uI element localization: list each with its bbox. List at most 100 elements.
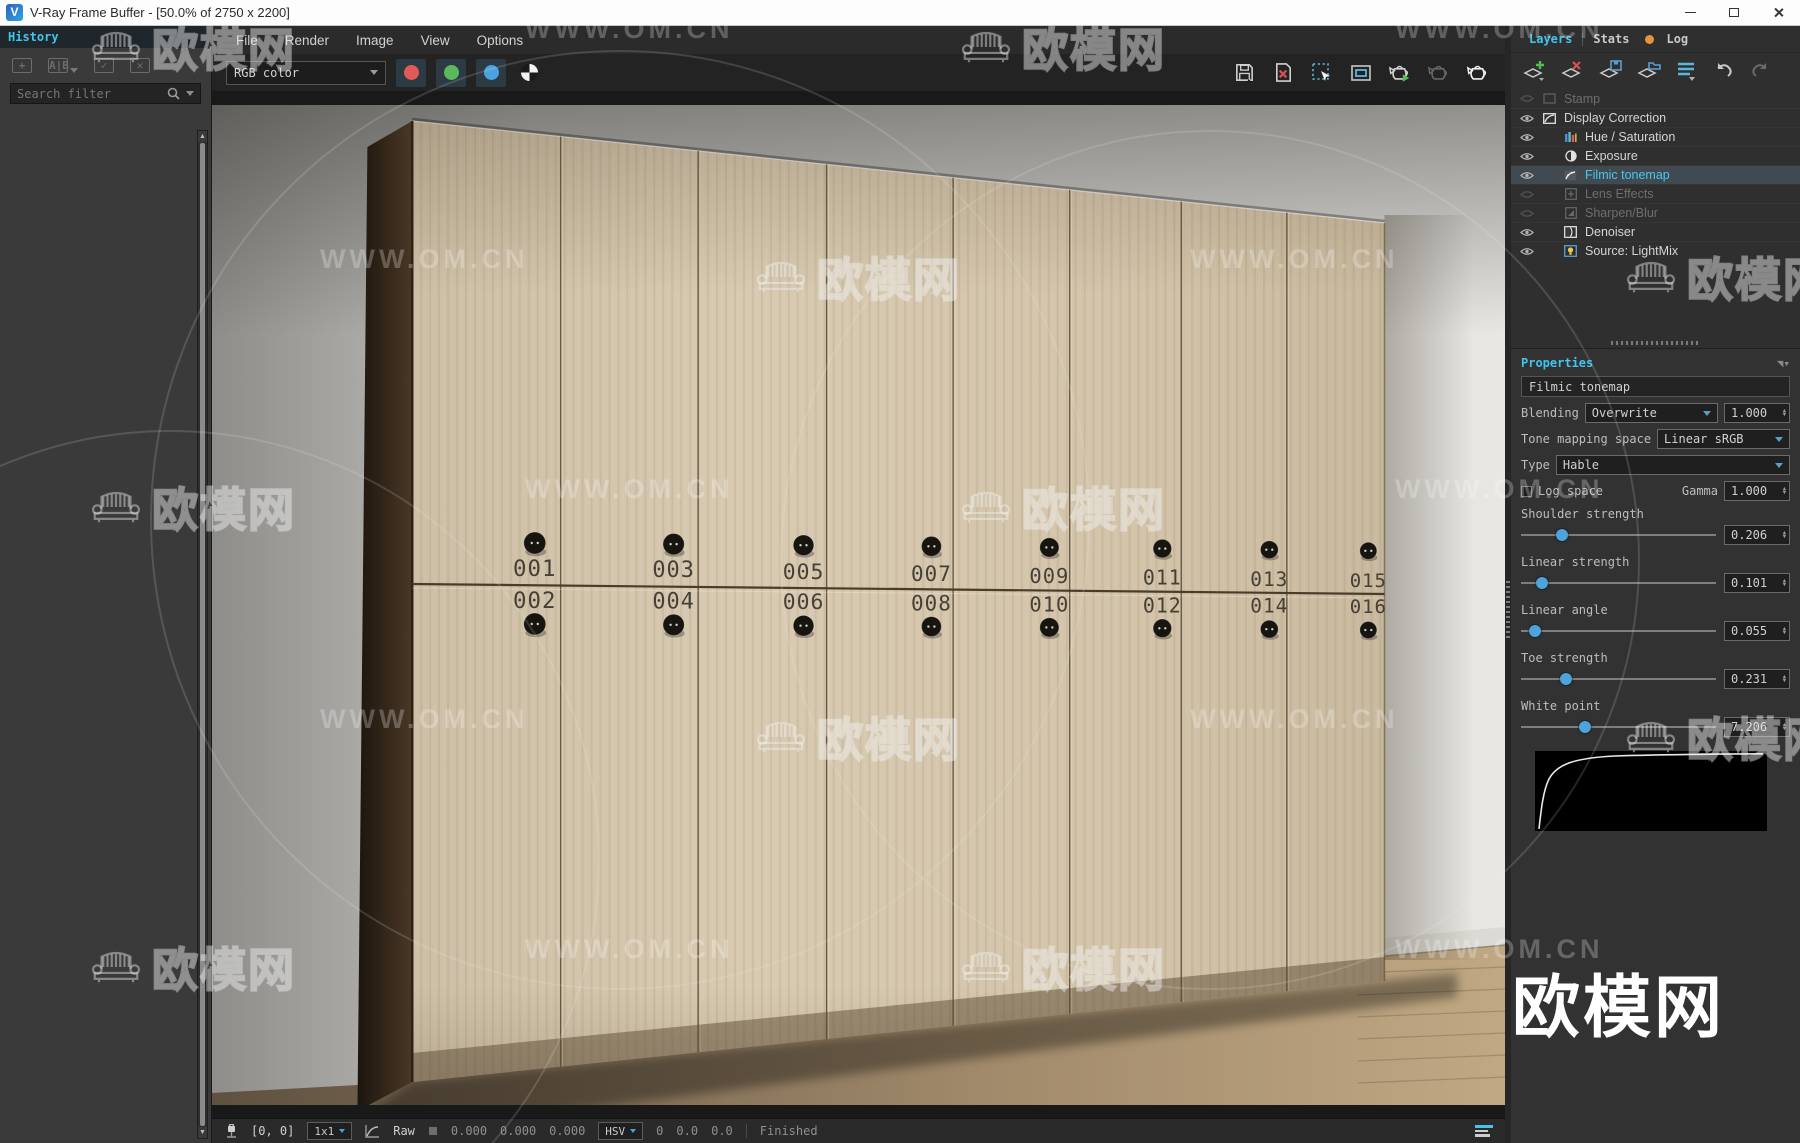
slider-thumb[interactable] [1528,625,1541,637]
layer-row-hue-saturation[interactable]: Hue / Saturation [1511,127,1800,146]
history-search-input[interactable]: Search filter [10,83,201,104]
toe-strength-slider[interactable] [1521,673,1716,685]
vertical-splitter[interactable] [1505,26,1511,1143]
linear-strength-slider[interactable] [1521,577,1716,589]
set-b-button[interactable]: ✕ [130,58,150,73]
save-image-button[interactable] [1231,60,1257,86]
spinner-arrows-icon[interactable]: ▲ ▼ [1783,408,1786,418]
layer-row-denoiser[interactable]: Denoiser [1511,222,1800,241]
save-layer-tree-button[interactable] [1599,60,1623,82]
channel-selector-dropdown[interactable]: RGB color [226,60,386,85]
blending-amount-spinner[interactable]: 1.000 ▲ ▼ [1724,403,1790,423]
scroll-down-icon[interactable]: ▼ [198,1127,207,1138]
layer-options-button[interactable] [1675,60,1699,82]
set-a-button[interactable]: ✓ [94,58,114,73]
linear-angle-spinner[interactable]: 0.055 ▲ ▼ [1724,621,1790,641]
clear-image-button[interactable] [1270,60,1296,86]
render-viewport[interactable]: 001 002 003 004 005 006 007 008 009 010 … [212,91,1505,1118]
properties-options-icon[interactable]: ◥▾ [1777,357,1790,370]
gamma-spinner[interactable]: 1.000 ▲ ▼ [1724,481,1790,501]
menu-image[interactable]: Image [356,33,394,48]
spinner-arrows-icon[interactable]: ▲ ▼ [1783,626,1786,636]
history-list[interactable] [0,104,211,1143]
visibility-toggle-icon[interactable] [1519,209,1535,218]
layer-row-display-correction[interactable]: Display Correction [1511,108,1800,127]
spinner-arrows-icon[interactable]: ▲ ▼ [1783,486,1786,496]
redo-button[interactable] [1749,60,1771,82]
add-layer-button[interactable] [1523,60,1547,82]
layer-row-exposure[interactable]: Exposure [1511,146,1800,165]
white-point-slider[interactable] [1521,721,1716,733]
visibility-toggle-icon[interactable] [1519,133,1535,142]
layer-row-lens-effects[interactable]: Lens Effects [1511,184,1800,203]
menu-view[interactable]: View [421,33,450,48]
delete-layer-button[interactable] [1561,60,1585,82]
compare-ab-button[interactable]: A|B [48,58,78,73]
maximize-button[interactable] [1712,0,1756,25]
spinner-arrows-icon[interactable]: ▲ ▼ [1783,674,1786,684]
scroll-up-icon[interactable]: ▲ [198,131,207,142]
slider-thumb[interactable] [1555,529,1568,541]
linear-strength-spinner[interactable]: 0.101 ▲ ▼ [1724,573,1790,593]
mono-channel-button[interactable] [516,60,542,86]
log-space-checkbox[interactable] [1521,485,1532,497]
region-follow-mouse-button[interactable] [1309,60,1335,86]
slider-thumb[interactable] [1536,577,1549,589]
spinner-arrows-icon[interactable]: ▲ ▼ [1783,530,1786,540]
lightmix-layer-icon [1563,245,1578,258]
history-scrollbar[interactable]: ▲ ▼ [197,130,208,1139]
pixel-probe-lock-icon[interactable] [224,1123,238,1139]
spinner-arrows-icon[interactable]: ▲ ▼ [1783,722,1786,732]
shoulder-strength-spinner[interactable]: 0.206 ▲ ▼ [1724,525,1790,545]
render-button[interactable] [1465,60,1491,86]
red-channel-button[interactable] [396,58,426,87]
white-point-spinner[interactable]: 7.206 ▲ ▼ [1724,717,1790,737]
render-teapot-icon [1466,65,1487,80]
tab-log[interactable]: Log [1658,28,1696,50]
menu-render[interactable]: Render [285,33,329,48]
undo-button[interactable] [1713,60,1735,82]
layer-row-sharpen-blur[interactable]: Sharpen/Blur [1511,203,1800,222]
tone-mapping-space-dropdown[interactable]: Linear sRGB [1657,429,1790,449]
stats-toggle-icon[interactable] [1475,1124,1493,1138]
menu-options[interactable]: Options [477,33,524,48]
minimize-button[interactable] [1668,0,1712,25]
blue-channel-button[interactable] [476,58,506,87]
layer-row-stamp[interactable]: Stamp [1511,89,1800,108]
shoulder-strength-slider[interactable] [1521,529,1716,541]
visibility-toggle-icon[interactable] [1519,114,1535,123]
layer-row-filmic-tonemap[interactable]: Filmic tonemap [1511,165,1800,184]
zoom-level-dropdown[interactable]: 1x1 [307,1122,353,1140]
load-layer-tree-button[interactable] [1637,60,1661,82]
layer-name-field[interactable]: Filmic tonemap [1521,376,1790,397]
log-space-label: Log space [1538,484,1604,498]
region-render-button[interactable] [1348,60,1374,86]
visibility-toggle-icon[interactable] [1519,247,1535,256]
save-to-history-button[interactable]: + [12,58,32,73]
horizontal-splitter-grip[interactable] [1610,341,1701,345]
spinner-arrows-icon[interactable]: ▲ ▼ [1783,578,1786,588]
splitter-grip[interactable] [1506,581,1510,641]
layer-row-source-lightmix[interactable]: Source: LightMix [1511,241,1800,260]
scrollbar-thumb[interactable] [200,143,205,1126]
visibility-toggle-icon[interactable] [1519,228,1535,237]
slider-thumb[interactable] [1579,721,1592,733]
visibility-toggle-icon[interactable] [1519,94,1535,103]
tab-stats[interactable]: Stats [1585,28,1637,50]
slider-thumb[interactable] [1559,673,1572,685]
blending-dropdown[interactable]: Overwrite [1584,403,1718,423]
linear-angle-slider[interactable] [1521,625,1716,637]
color-model-dropdown[interactable]: HSV [598,1122,644,1140]
visibility-toggle-icon[interactable] [1519,171,1535,180]
green-channel-button[interactable] [436,58,466,87]
render-last-button[interactable] [1387,60,1413,86]
type-dropdown[interactable]: Hable [1555,455,1790,475]
menu-file[interactable]: File [236,33,258,48]
search-options-chevron-icon[interactable] [186,91,194,96]
visibility-toggle-icon[interactable] [1519,152,1535,161]
close-button[interactable] [1756,0,1800,25]
visibility-toggle-icon[interactable] [1519,190,1535,199]
tab-layers[interactable]: Layers [1521,28,1580,50]
toe-strength-spinner[interactable]: 0.231 ▲ ▼ [1724,669,1790,689]
stop-render-button[interactable] [1426,60,1452,86]
